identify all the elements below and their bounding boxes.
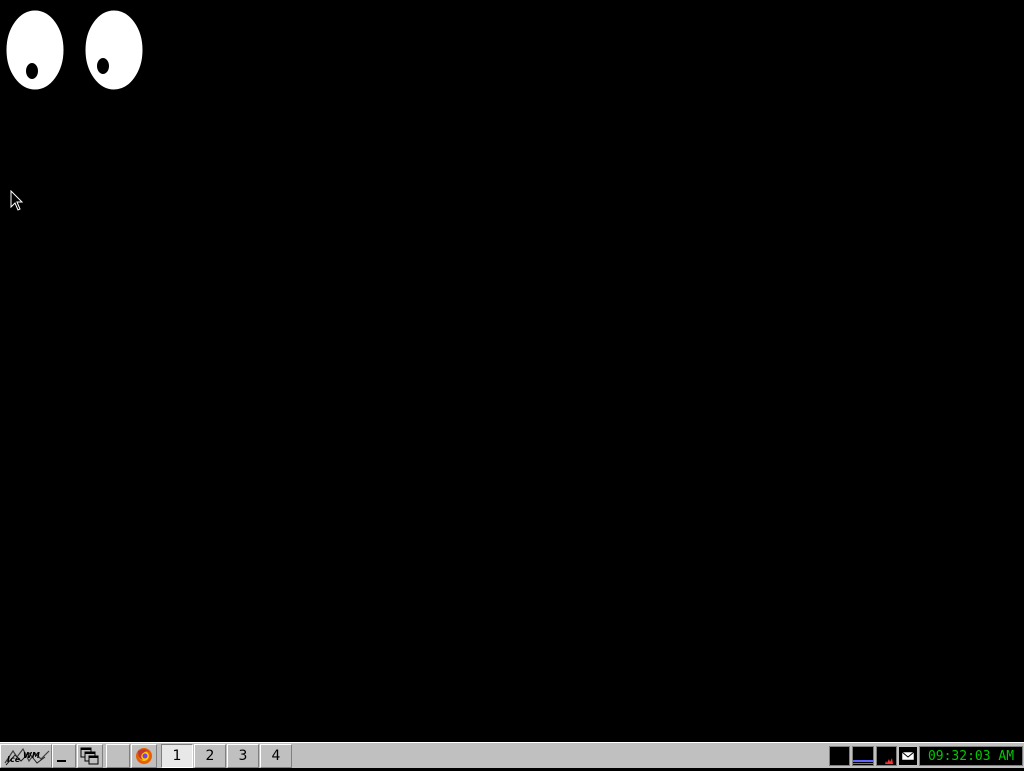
taskbar: Ice WM 1 2 3 4 09:32:03 AM — [0, 742, 1024, 768]
network-monitor-icon[interactable] — [852, 746, 874, 766]
workspace-4-button[interactable]: 4 — [260, 744, 292, 768]
right-eye — [84, 9, 144, 91]
xeyes-widget[interactable] — [4, 8, 146, 92]
minimize-icon — [57, 760, 66, 762]
memory-graph — [885, 758, 893, 764]
left-pupil — [26, 63, 38, 79]
workspace-3-button[interactable]: 3 — [227, 744, 259, 768]
windows-stack-icon — [80, 747, 99, 765]
mouse-cursor-icon — [10, 190, 24, 211]
window-list-button[interactable] — [77, 744, 103, 768]
firefox-icon — [136, 748, 152, 764]
svg-text:Ice: Ice — [7, 755, 21, 764]
desktop[interactable] — [0, 0, 1024, 742]
left-eye — [5, 9, 65, 91]
quick-launch-blank-button[interactable] — [106, 744, 130, 768]
cpu-monitor-icon[interactable] — [829, 746, 850, 766]
clock[interactable]: 09:32:03 AM — [919, 746, 1023, 766]
mail-icon[interactable] — [899, 747, 917, 765]
minimize-all-button[interactable] — [52, 744, 76, 768]
icewm-logo-icon: Ice WM — [3, 747, 51, 767]
network-graph — [853, 760, 873, 764]
svg-text:WM: WM — [23, 751, 40, 760]
start-menu-button[interactable]: Ice WM — [0, 744, 52, 768]
right-pupil — [97, 58, 109, 74]
memory-monitor-icon[interactable] — [876, 746, 897, 766]
workspace-2-button[interactable]: 2 — [194, 744, 226, 768]
firefox-launch-button[interactable] — [131, 744, 157, 768]
workspace-1-button[interactable]: 1 — [161, 744, 193, 768]
